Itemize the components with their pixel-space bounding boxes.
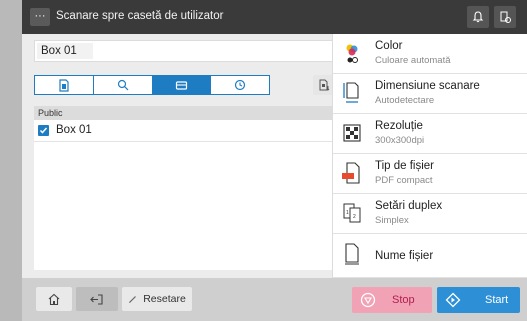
stop-icon xyxy=(360,292,376,308)
resolution-icon xyxy=(343,124,361,142)
document-icon xyxy=(59,78,69,92)
home-button[interactable] xyxy=(36,287,72,311)
clock-icon xyxy=(235,79,246,91)
app-frame: ··· Scanare spre casetă de utilizator Bo… xyxy=(22,0,527,321)
stop-label: Stop xyxy=(392,294,415,306)
top-bar: ··· Scanare spre casetă de utilizator xyxy=(22,0,527,34)
start-label: Start xyxy=(485,294,509,306)
file-icon xyxy=(345,243,359,265)
setting-resolution-value: 300x300dpi xyxy=(375,135,425,146)
home-icon xyxy=(48,293,60,305)
view-tabs xyxy=(34,75,270,95)
bell-icon xyxy=(472,11,484,23)
list-item-label: Box 01 xyxy=(56,124,92,136)
setting-duplex-title: Setări duplex xyxy=(375,200,443,212)
start-button[interactable]: Start xyxy=(437,287,520,313)
setting-duplex[interactable]: 1 2 Setări duplex Simplex xyxy=(333,194,527,234)
start-icon xyxy=(445,292,461,308)
settings-pane: Color Culoare automată Dimensiune scanar… xyxy=(332,34,527,278)
setting-color-value: Culoare automată xyxy=(375,55,451,66)
list-header-public: Public xyxy=(34,106,339,120)
setting-scan-size-title: Dimensiune scanare xyxy=(375,80,480,92)
page-title: Scanare spre casetă de utilizator xyxy=(56,10,224,22)
setting-file-type-value: PDF compact xyxy=(375,175,433,186)
job-status-icon xyxy=(500,11,511,23)
logout-icon xyxy=(90,293,103,305)
svg-text:1: 1 xyxy=(346,210,349,216)
job-status-button[interactable] xyxy=(494,6,516,28)
sort-icon xyxy=(319,79,330,91)
notification-button[interactable] xyxy=(467,6,489,28)
svg-text:2: 2 xyxy=(353,214,356,220)
setting-duplex-value: Simplex xyxy=(375,215,409,226)
search-icon xyxy=(117,79,129,91)
setting-file-type-title: Tip de fișier xyxy=(375,160,435,172)
scan-size-icon xyxy=(343,82,359,103)
setting-scan-size[interactable]: Dimensiune scanare Autodetectare xyxy=(333,74,527,114)
pencil-icon xyxy=(129,296,137,303)
tab-history[interactable] xyxy=(211,76,269,94)
list-item[interactable]: Box 01 xyxy=(34,120,339,142)
bottom-bar: Resetare Stop Start xyxy=(22,278,527,321)
box-list: Public Box 01 xyxy=(34,106,339,270)
setting-file-type[interactable]: Tip de fișier PDF compact xyxy=(333,154,527,194)
tab-box[interactable] xyxy=(152,76,212,94)
color-icon xyxy=(346,44,358,63)
setting-color-title: Color xyxy=(375,40,403,52)
checkmark-icon xyxy=(39,127,48,134)
setting-resolution-title: Rezoluție xyxy=(375,120,423,132)
pdf-file-icon xyxy=(342,162,360,184)
setting-scan-size-value: Autodetectare xyxy=(375,95,435,106)
setting-resolution[interactable]: Rezoluție 300x300dpi xyxy=(333,114,527,154)
setting-file-name[interactable]: Nume fișier xyxy=(333,234,527,278)
setting-color[interactable]: Color Culoare automată xyxy=(333,34,527,74)
setting-file-name-title: Nume fișier xyxy=(375,250,434,262)
menu-button[interactable]: ··· xyxy=(30,8,50,26)
box-icon xyxy=(175,80,187,90)
stop-button[interactable]: Stop xyxy=(352,287,432,313)
tab-search[interactable] xyxy=(94,76,153,94)
reset-label: Resetare xyxy=(143,293,186,305)
box-name-field[interactable]: Box 01 xyxy=(34,40,339,62)
box-name-value: Box 01 xyxy=(41,45,77,57)
checkbox-checked[interactable] xyxy=(38,125,49,136)
reset-button[interactable]: Resetare xyxy=(122,287,192,311)
logout-button[interactable] xyxy=(76,287,118,311)
tab-document[interactable] xyxy=(35,76,94,94)
duplex-icon: 1 2 xyxy=(343,203,361,223)
